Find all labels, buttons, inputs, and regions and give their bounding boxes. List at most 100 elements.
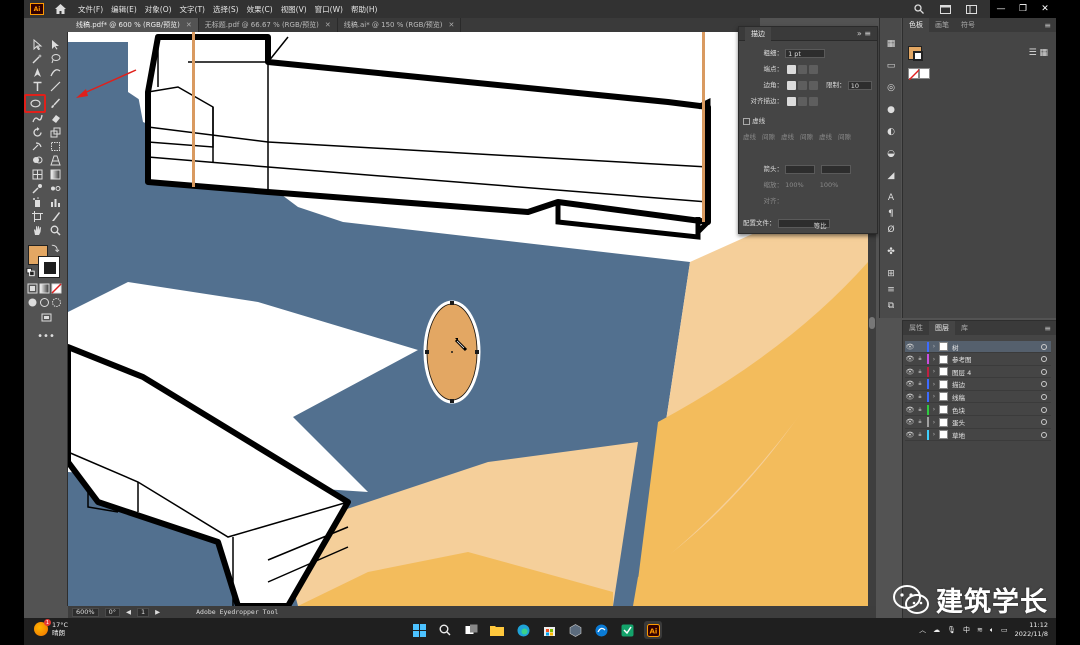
visibility-eye-icon[interactable]: 👁︎ [905, 343, 915, 351]
character-panel-icon[interactable]: A [885, 192, 897, 204]
lock-icon[interactable]: 🔒︎ [915, 393, 925, 401]
warp-tool-icon[interactable] [29, 140, 45, 153]
layer-row[interactable]: 👁︎ 🔒︎ › 参考图 [905, 354, 1051, 366]
tab-libraries[interactable]: 库 [955, 321, 974, 335]
tab-swatches[interactable]: 色板 [903, 18, 929, 32]
column-graph-tool-icon[interactable] [47, 196, 63, 209]
edge-browser-icon[interactable] [592, 621, 610, 639]
visibility-eye-icon[interactable]: 👁︎ [905, 355, 915, 363]
swatches-panel-icon[interactable]: ▦ [885, 38, 897, 50]
battery-icon[interactable]: ▭ [1001, 626, 1008, 634]
file-explorer-icon[interactable] [488, 621, 506, 639]
blend-tool-icon[interactable] [47, 182, 63, 195]
visibility-eye-icon[interactable]: 👁︎ [905, 380, 915, 388]
artboard-field[interactable]: 1 [136, 607, 150, 617]
weather-widget[interactable]: 1 17°C 晴朗 [34, 619, 68, 637]
layer-target-icon[interactable] [1041, 406, 1047, 413]
perspective-grid-tool-icon[interactable] [47, 154, 63, 167]
lasso-tool-icon[interactable] [47, 52, 63, 65]
zoom-tool-icon[interactable] [47, 224, 63, 237]
pen-tool-icon[interactable] [29, 66, 45, 79]
registration-swatch[interactable] [919, 68, 930, 79]
layer-row[interactable]: 👁︎ 🔒︎ › 线稿 [905, 391, 1051, 404]
magic-wand-tool-icon[interactable] [29, 52, 45, 65]
illustrator-taskbar-icon[interactable]: Ai [644, 621, 662, 639]
ime-indicator[interactable]: 中 [963, 625, 970, 635]
taskbar-search-icon[interactable] [436, 621, 454, 639]
symbol-sprayer-tool-icon[interactable] [29, 196, 45, 209]
home-icon[interactable] [54, 3, 66, 15]
menu-view[interactable]: 视图(V) [281, 4, 307, 15]
green-app-icon[interactable] [618, 621, 636, 639]
appearance-panel-icon[interactable]: ◎ [885, 82, 897, 94]
rotation-field[interactable]: 0° [104, 607, 120, 617]
type-tool-icon[interactable] [29, 80, 45, 93]
visibility-eye-icon[interactable]: 👁︎ [905, 431, 915, 439]
tab-close-icon[interactable]: ✕ [325, 21, 331, 29]
slice-tool-icon[interactable] [47, 210, 63, 223]
edge-icon[interactable] [514, 621, 532, 639]
artboard-prev-icon[interactable]: ◀ [126, 608, 131, 616]
rotate-tool-icon[interactable] [29, 126, 45, 139]
align-outside-icon[interactable] [809, 96, 819, 106]
expand-arrow-icon[interactable]: › [929, 343, 939, 350]
layer-row[interactable]: 👁︎ 🔒︎ › 草地 [905, 429, 1051, 442]
lock-icon[interactable]: 🔒︎ [915, 418, 925, 426]
expand-arrow-icon[interactable]: › [929, 431, 939, 438]
comments-panel-icon[interactable]: ▭ [885, 60, 897, 72]
gradient-mode-icon[interactable] [38, 282, 50, 295]
layer-row[interactable]: 👁︎ 🔒︎ › 图层 4 [905, 366, 1051, 379]
stroke-color-swatch[interactable] [38, 256, 60, 278]
wifi-icon[interactable]: ≋ [977, 626, 983, 634]
more-tools-icon[interactable]: ••• [37, 330, 55, 343]
menu-object[interactable]: 对象(O) [145, 4, 172, 15]
visibility-eye-icon[interactable]: 👁︎ [905, 368, 915, 376]
workspace-icon[interactable] [958, 0, 984, 18]
artboard-tool-icon[interactable] [29, 210, 45, 223]
show-hidden-icons-icon[interactable]: ︿ [919, 625, 926, 635]
weight-input[interactable]: 1 pt [785, 48, 826, 58]
settings-app-icon[interactable] [566, 621, 584, 639]
scroll-thumb[interactable] [869, 317, 875, 329]
visibility-eye-icon[interactable]: 👁︎ [905, 418, 915, 426]
search-icon[interactable] [906, 0, 932, 18]
tab-close-icon[interactable]: ✕ [449, 21, 455, 29]
layer-row[interactable]: 👁︎ › 树 [905, 341, 1051, 353]
arrange-documents-icon[interactable] [932, 0, 958, 18]
tab-symbols[interactable]: 符号 [955, 18, 981, 32]
tab-document-2[interactable]: 无标题.pdf @ 66.67 % (RGB/预览) ✕ [199, 18, 338, 32]
round-cap-icon[interactable] [798, 64, 808, 74]
draw-inside-icon[interactable] [50, 296, 62, 309]
store-icon[interactable] [540, 621, 558, 639]
lock-icon[interactable]: 🔒︎ [915, 431, 925, 439]
visibility-eye-icon[interactable]: 👁︎ [905, 393, 915, 401]
expand-arrow-icon[interactable]: › [929, 393, 939, 400]
clock[interactable]: 11:12 2022/11/8 [1015, 621, 1048, 639]
expand-arrow-icon[interactable]: › [929, 368, 939, 375]
bevel-join-icon[interactable] [809, 80, 819, 90]
default-colors-icon[interactable] [26, 267, 36, 277]
projecting-cap-icon[interactable] [809, 64, 819, 74]
minimize-icon[interactable]: — [990, 0, 1012, 18]
visibility-eye-icon[interactable]: 👁︎ [905, 406, 915, 414]
menu-file[interactable]: 文件(F) [78, 4, 103, 15]
layer-target-icon[interactable] [1041, 343, 1047, 350]
graphic-styles-panel-icon[interactable]: ● [885, 104, 897, 116]
free-transform-tool-icon[interactable] [47, 140, 63, 153]
lock-icon[interactable]: 🔒︎ [915, 380, 925, 388]
align-center-icon[interactable] [787, 96, 797, 106]
volume-icon[interactable]: 🔈︎ [990, 626, 994, 635]
screen-mode-icon[interactable] [38, 311, 54, 324]
eyedropper-tool-icon[interactable] [29, 182, 45, 195]
align-inside-icon[interactable] [798, 96, 808, 106]
cloud-icon[interactable]: ☁ [933, 626, 940, 634]
color-guide-panel-icon[interactable]: ◐ [885, 126, 897, 138]
round-join-icon[interactable] [798, 80, 808, 90]
expand-arrow-icon[interactable]: › [929, 419, 939, 426]
lock-icon[interactable]: 🔒︎ [915, 406, 925, 414]
zoom-field[interactable]: 600% [72, 607, 99, 617]
current-stroke-swatch[interactable] [913, 51, 923, 61]
symbols-panel-icon[interactable]: ✤ [885, 246, 897, 258]
direct-selection-tool-icon[interactable] [47, 38, 63, 51]
brushes-panel-icon[interactable]: ◒ [885, 148, 897, 160]
